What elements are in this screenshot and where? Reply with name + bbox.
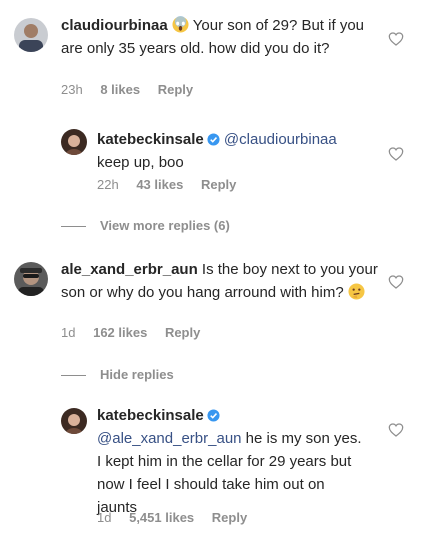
comment-likes[interactable]: 5,451 likes [129,510,194,525]
comment-username[interactable]: katebeckinsale [97,131,204,148]
comment-username[interactable]: ale_xand_erbr_aun [61,261,198,278]
avatar[interactable] [14,18,48,52]
comment-meta: 23h 8 likes Reply [61,82,207,97]
comment-body: claudiourbinaa Your son of 29? But if yo… [61,14,381,60]
comment-ale-xand-erbr-aun: ale_xand_erbr_aun Is the boy next to you… [0,250,430,350]
hide-replies-button[interactable]: Hide replies [61,367,174,382]
hide-replies-label: Hide replies [100,367,174,382]
divider [61,375,86,377]
avatar[interactable] [14,262,48,296]
avatar[interactable] [61,408,87,434]
comment-text: keep up, boo [97,154,184,171]
comment-meta: 22h 43 likes Reply [97,177,250,192]
comment-time: 1d [97,510,112,525]
heart-outline-icon[interactable] [388,275,404,289]
comment-body: katebeckinsale @ale_xand_erbr_aun he is … [97,404,367,519]
reply-button[interactable]: Reply [201,177,236,192]
verified-badge-icon [207,133,220,146]
reply-button[interactable]: Reply [212,510,247,525]
mention-link[interactable]: @claudiourbinaa [224,131,337,148]
face-screaming-in-fear-icon [172,16,189,33]
comment-likes[interactable]: 43 likes [136,177,183,192]
heart-outline-icon[interactable] [388,423,404,437]
verified-badge-icon [207,409,220,422]
comment-likes[interactable]: 8 likes [100,82,140,97]
reply-katebeckinsale-2: katebeckinsale @ale_xand_erbr_aun he is … [0,398,430,538]
comment-body: ale_xand_erbr_aun Is the boy next to you… [61,258,381,304]
comment-likes[interactable]: 162 likes [93,325,147,340]
comment-meta: 1d 162 likes Reply [61,325,214,340]
comment-username[interactable]: katebeckinsale [97,407,204,424]
view-more-replies-label: View more replies (6) [100,218,230,233]
comment-meta: 1d 5,451 likes Reply [97,510,261,525]
reply-katebeckinsale-1: katebeckinsale @claudiourbinaa keep up, … [0,120,430,200]
heart-outline-icon[interactable] [388,147,404,161]
mention-link[interactable]: @ale_xand_erbr_aun [97,430,242,447]
comment-claudiourbinaa: claudiourbinaa Your son of 29? But if yo… [0,0,430,100]
thinking-face-icon [348,283,365,300]
avatar[interactable] [61,129,87,155]
comment-username[interactable]: claudiourbinaa [61,17,168,34]
heart-outline-icon[interactable] [388,32,404,46]
reply-button[interactable]: Reply [158,82,193,97]
comment-time: 1d [61,325,76,340]
view-more-replies-button[interactable]: View more replies (6) [61,218,230,233]
reply-button[interactable]: Reply [165,325,200,340]
comment-time: 22h [97,177,119,192]
comment-body: katebeckinsale @claudiourbinaa keep up, … [97,128,377,174]
divider [61,226,86,228]
comment-time: 23h [61,82,83,97]
